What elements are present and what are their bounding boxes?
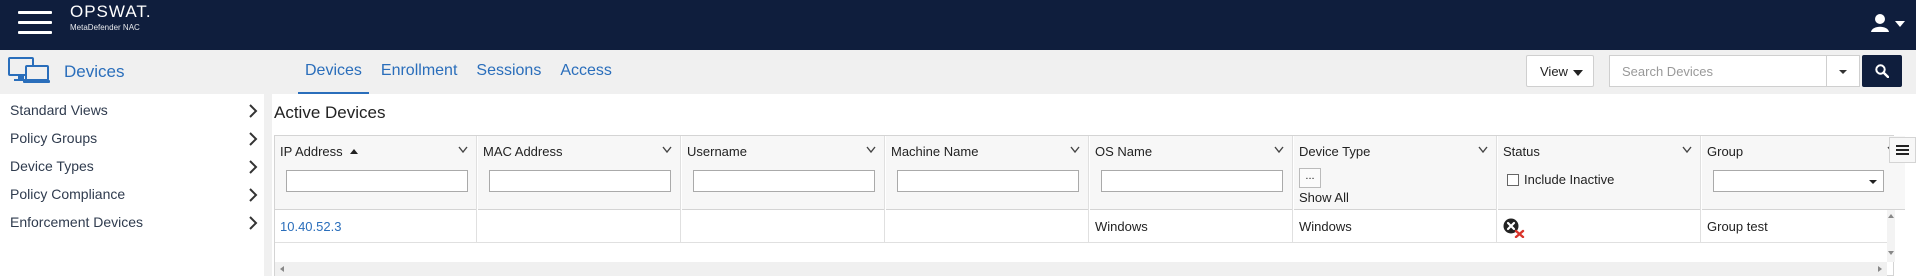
user-icon xyxy=(1871,14,1905,32)
column-header[interactable]: Status Include Inactive xyxy=(1498,136,1700,210)
machine-name-filter-input[interactable] xyxy=(897,170,1079,192)
scroll-left-icon[interactable] xyxy=(280,266,284,272)
chevron-right-icon xyxy=(249,188,258,202)
column-username: Username xyxy=(682,136,885,242)
inactive-status-icon xyxy=(1503,218,1525,238)
column-header[interactable]: Username xyxy=(682,136,884,210)
column-ip-address: IP Address 10.40.52.3 xyxy=(275,136,477,242)
sidebar-item-label: Standard Views xyxy=(10,102,108,118)
column-header[interactable]: Group xyxy=(1702,136,1905,210)
caret-down-icon xyxy=(1869,180,1877,184)
sidebar-item-policy-groups[interactable]: Policy Groups xyxy=(10,130,260,152)
user-menu-button[interactable] xyxy=(1870,12,1908,34)
row-divider xyxy=(275,242,1895,243)
sidebar-item-label: Policy Groups xyxy=(10,130,98,146)
devices-grid: IP Address 10.40.52.3 MAC Address Userna… xyxy=(274,135,1905,276)
device-type-filter-value: Show All xyxy=(1299,190,1349,205)
sort-ascending-icon[interactable] xyxy=(349,149,358,154)
caret-down-icon xyxy=(1839,70,1847,74)
search-options-dropdown[interactable] xyxy=(1827,55,1860,87)
tab-sessions[interactable]: Sessions xyxy=(469,50,548,94)
ip-address-filter-input[interactable] xyxy=(286,170,468,192)
group-filter-select[interactable] xyxy=(1713,170,1884,192)
sidebar: Standard Views Policy Groups Device Type… xyxy=(0,94,264,276)
column-label: MAC Address xyxy=(483,144,563,159)
column-label: Machine Name xyxy=(891,144,979,159)
chevron-down-icon[interactable] xyxy=(458,146,468,154)
menu-icon[interactable] xyxy=(18,11,52,35)
group-cell: Group test xyxy=(1707,219,1768,234)
column-label: Group xyxy=(1707,144,1744,159)
ip-address-link[interactable]: 10.40.52.3 xyxy=(280,219,341,234)
vertical-scrollbar[interactable] xyxy=(1887,210,1895,262)
column-os-name: OS Name Windows xyxy=(1090,136,1293,242)
username-filter-input[interactable] xyxy=(693,170,875,192)
column-machine-name: Machine Name xyxy=(886,136,1089,242)
column-label: Status xyxy=(1503,144,1540,159)
page-header: Devices Devices Enrollment Sessions Acce… xyxy=(0,50,1916,94)
column-header[interactable]: MAC Address xyxy=(478,136,680,210)
column-mac-address: MAC Address xyxy=(478,136,681,242)
column-status: Status Include Inactive xyxy=(1498,136,1701,242)
column-label: Device Type xyxy=(1299,144,1371,159)
brand-logo: OPSWAT. MetaDefender NAC xyxy=(70,2,152,33)
column-header[interactable]: OS Name xyxy=(1090,136,1292,210)
mac-address-filter-input[interactable] xyxy=(489,170,671,192)
include-inactive-checkbox[interactable] xyxy=(1507,174,1519,186)
chevron-right-icon xyxy=(249,104,258,118)
chevron-down-icon[interactable] xyxy=(866,146,876,154)
device-type-cell: Windows xyxy=(1299,219,1352,234)
brand-product: MetaDefender NAC xyxy=(70,23,140,32)
scroll-up-icon[interactable] xyxy=(1888,214,1894,218)
view-button[interactable]: View xyxy=(1526,55,1594,87)
view-button-label: View xyxy=(1540,64,1568,79)
search-icon xyxy=(1875,64,1889,78)
tab-bar: Devices Enrollment Sessions Access xyxy=(298,50,624,94)
column-group: Group Group test xyxy=(1702,136,1905,242)
column-header[interactable]: IP Address xyxy=(275,136,476,210)
column-header[interactable]: Machine Name xyxy=(886,136,1088,210)
scroll-right-icon[interactable] xyxy=(1878,266,1882,272)
sidebar-item-label: Enforcement Devices xyxy=(10,214,144,230)
chevron-down-icon[interactable] xyxy=(1682,146,1692,154)
sidebar-item-enforcement-devices[interactable]: Enforcement Devices xyxy=(10,214,260,236)
horizontal-scrollbar[interactable] xyxy=(275,262,1887,276)
include-inactive-label: Include Inactive xyxy=(1524,172,1615,187)
column-label: Username xyxy=(687,144,747,159)
top-bar: OPSWAT. MetaDefender NAC xyxy=(0,0,1916,50)
scroll-down-icon[interactable] xyxy=(1888,251,1894,255)
chevron-right-icon xyxy=(249,160,258,174)
os-name-filter-input[interactable] xyxy=(1101,170,1283,192)
sidebar-divider xyxy=(264,94,272,276)
column-label: IP Address xyxy=(280,144,343,159)
tab-enrollment[interactable]: Enrollment xyxy=(374,50,464,94)
chevron-right-icon xyxy=(249,132,258,146)
section-title: Active Devices xyxy=(274,103,386,122)
tab-devices[interactable]: Devices xyxy=(298,50,369,94)
chevron-right-icon xyxy=(249,216,258,230)
chevron-down-icon[interactable] xyxy=(662,146,672,154)
tab-access[interactable]: Access xyxy=(553,50,619,94)
os-name-cell: Windows xyxy=(1095,219,1148,234)
chevron-down-icon[interactable] xyxy=(1070,146,1080,154)
column-label: OS Name xyxy=(1095,144,1153,159)
sidebar-item-label: Policy Compliance xyxy=(10,186,126,202)
sidebar-item-label: Device Types xyxy=(10,158,94,174)
chevron-down-icon[interactable] xyxy=(1274,146,1284,154)
caret-down-icon xyxy=(1573,70,1583,76)
device-type-picker-button[interactable]: ... xyxy=(1299,168,1321,188)
brand-name: OPSWAT. xyxy=(70,2,152,21)
chevron-down-icon[interactable] xyxy=(1478,146,1488,154)
column-device-type: Device Type ... Show All Windows xyxy=(1294,136,1497,242)
page-title: Devices xyxy=(64,62,125,81)
grid-menu-icon[interactable] xyxy=(1889,137,1916,163)
search-button[interactable] xyxy=(1862,55,1902,87)
sidebar-item-device-types[interactable]: Device Types xyxy=(10,158,260,180)
sidebar-item-standard-views[interactable]: Standard Views xyxy=(10,102,260,124)
search-input[interactable] xyxy=(1609,55,1827,87)
sidebar-item-policy-compliance[interactable]: Policy Compliance xyxy=(10,186,260,208)
devices-icon xyxy=(8,57,50,83)
column-header[interactable]: Device Type ... Show All xyxy=(1294,136,1496,210)
